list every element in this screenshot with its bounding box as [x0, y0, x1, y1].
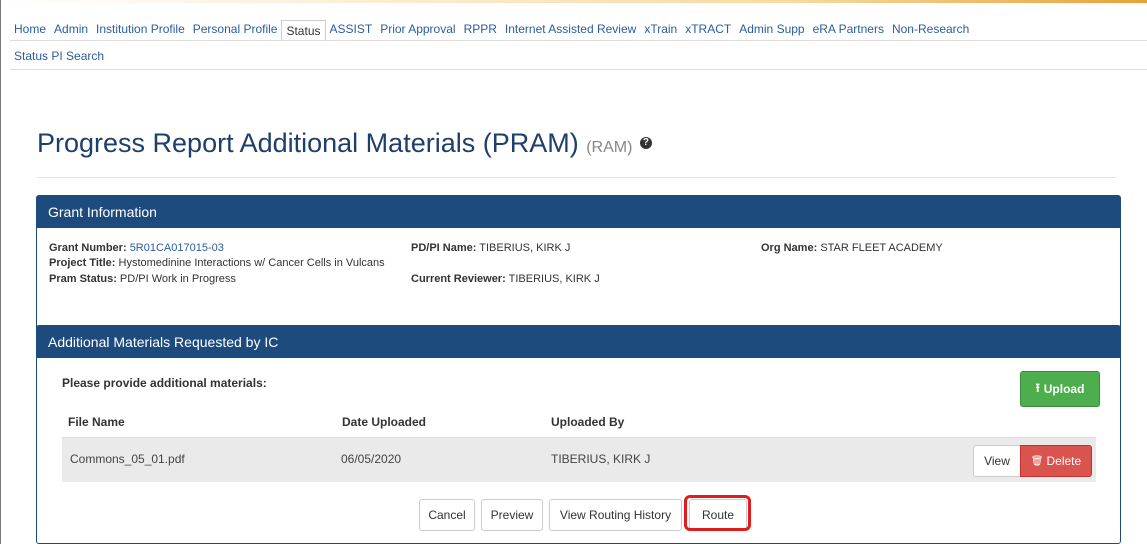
pram-status-field: Pram Status: PD/PI Work in Progress	[49, 273, 236, 285]
left-border	[0, 0, 1, 544]
org-field: Org Name: STAR FLEET ACADEMY	[761, 242, 943, 254]
pdpi-value: TIBERIUS, KIRK J	[479, 242, 571, 254]
pram-status-value: PD/PI Work in Progress	[119, 273, 236, 285]
top-accent-line	[0, 0, 1147, 3]
pdpi-label: PD/PI Name:	[411, 242, 477, 254]
nav-admin-supp[interactable]: Admin Supp	[735, 22, 808, 36]
help-icon[interactable]: ?	[639, 136, 652, 149]
sub-nav: Status PI Search	[14, 49, 104, 63]
nav-divider	[10, 40, 1147, 41]
nav-admin[interactable]: Admin	[50, 22, 92, 36]
delete-button[interactable]: 🗑 Delete	[1020, 445, 1092, 477]
upload-icon: ⭱	[1035, 380, 1040, 395]
nav-personal-profile[interactable]: Personal Profile	[189, 22, 282, 36]
project-title-value: Hystomedinine Interactions w/ Cancer Cel…	[118, 257, 385, 269]
column-header-file-name: File Name	[68, 415, 125, 429]
column-header-date-uploaded: Date Uploaded	[342, 415, 427, 429]
page-title-text: Progress Report Additional Materials (PR…	[37, 128, 579, 158]
trash-icon: 🗑	[1030, 455, 1044, 467]
org-label: Org Name:	[761, 242, 818, 254]
current-reviewer-value: TIBERIUS, KIRK J	[508, 273, 600, 285]
column-header-uploaded-by: Uploaded By	[551, 415, 625, 429]
nav-era-partners[interactable]: eRA Partners	[809, 22, 888, 36]
pram-status-label: Pram Status:	[49, 273, 117, 285]
nav-xtrain[interactable]: xTrain	[640, 22, 681, 36]
delete-label: Delete	[1046, 454, 1082, 468]
current-reviewer-field: Current Reviewer: TIBERIUS, KIRK J	[411, 273, 600, 285]
nav-assist[interactable]: ASSIST	[326, 22, 377, 36]
current-reviewer-label: Current Reviewer:	[411, 273, 506, 285]
grant-number-label: Grant Number:	[49, 242, 127, 254]
preview-button[interactable]: Preview	[481, 499, 543, 531]
request-text: Please provide additional materials:	[62, 376, 267, 390]
nav-rppr[interactable]: RPPR	[460, 22, 501, 36]
main-nav: Home Admin Institution Profile Personal …	[10, 18, 973, 41]
page-title-abbr: (RAM)	[586, 139, 633, 156]
cancel-button[interactable]: Cancel	[419, 499, 475, 531]
nav-internet-assisted-review[interactable]: Internet Assisted Review	[501, 22, 640, 36]
nav-institution-profile[interactable]: Institution Profile	[92, 22, 189, 36]
view-button[interactable]: View	[973, 445, 1021, 477]
date-uploaded-cell: 06/05/2020	[341, 452, 402, 466]
table-row: Commons_05_01.pdf 06/05/2020 TIBERIUS, K…	[62, 437, 1096, 482]
grant-number-link[interactable]: 5R01CA017015-03	[130, 242, 224, 254]
nav-xtract[interactable]: xTRACT	[681, 22, 735, 36]
route-highlight-box	[684, 495, 751, 531]
grant-panel-heading: Grant Information	[37, 196, 1120, 228]
nav-non-research[interactable]: Non-Research	[888, 22, 973, 36]
uploaded-by-cell: TIBERIUS, KIRK J	[551, 452, 651, 466]
project-title-label: Project Title:	[49, 257, 116, 269]
grant-information-panel: Grant Information Grant Number: 5R01CA01…	[36, 195, 1121, 333]
status-pi-search-link[interactable]: Status PI Search	[14, 49, 104, 63]
nav-prior-approval[interactable]: Prior Approval	[376, 22, 459, 36]
pdpi-field: PD/PI Name: TIBERIUS, KIRK J	[411, 242, 570, 254]
view-routing-history-button[interactable]: View Routing History	[549, 499, 682, 531]
project-title-field: Project Title: Hystomedinine Interaction…	[49, 257, 385, 269]
nav-status[interactable]: Status	[281, 19, 326, 41]
nav-home[interactable]: Home	[10, 22, 50, 36]
page-title: Progress Report Additional Materials (PR…	[37, 128, 652, 159]
org-value: STAR FLEET ACADEMY	[820, 242, 943, 254]
materials-panel-heading: Additional Materials Requested by IC	[37, 326, 1120, 358]
title-rule	[37, 177, 1117, 178]
additional-materials-panel: Additional Materials Requested by IC Ple…	[36, 325, 1121, 544]
upload-button[interactable]: ⭱ Upload	[1020, 371, 1100, 407]
file-name-cell: Commons_05_01.pdf	[70, 452, 185, 466]
upload-label: Upload	[1043, 382, 1085, 396]
subnav-divider	[10, 69, 1147, 70]
grant-number-field: Grant Number: 5R01CA017015-03	[49, 242, 224, 254]
